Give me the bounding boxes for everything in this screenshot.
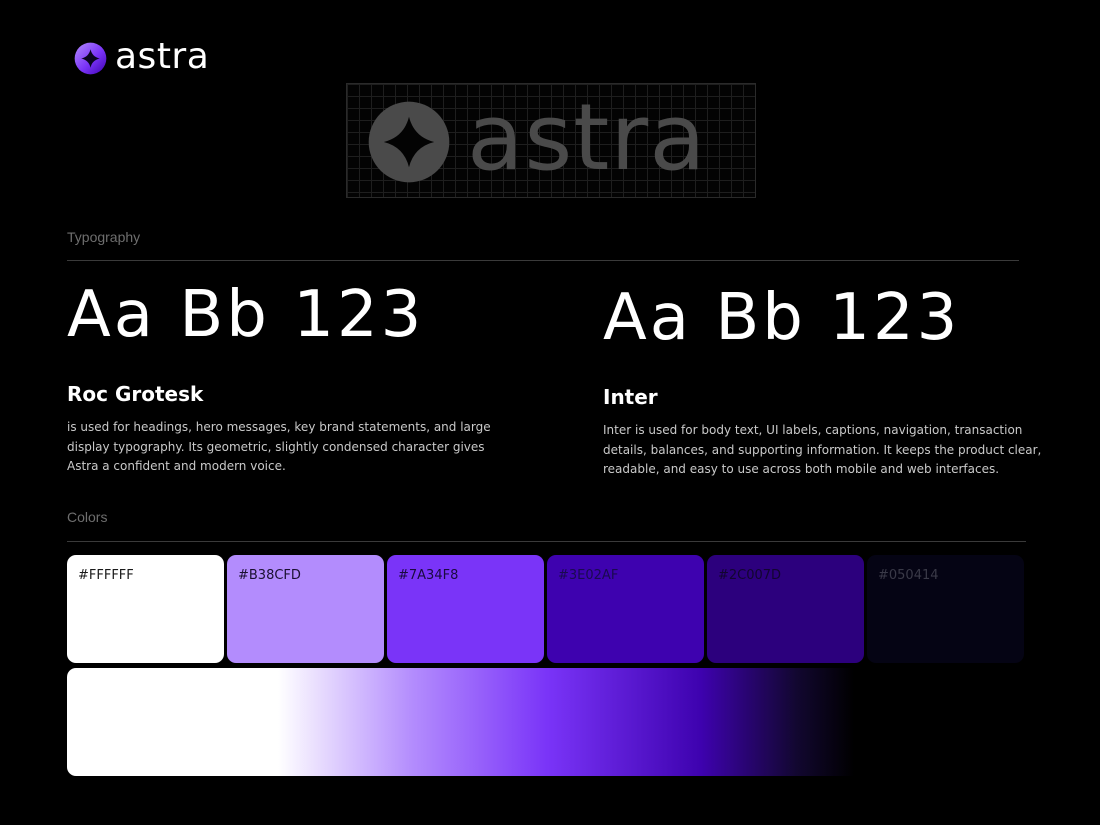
logo-construction-grid: astra xyxy=(346,83,756,198)
color-swatch-white: #FFFFFF xyxy=(67,555,224,663)
font-specimen: Aa Bb 123 xyxy=(67,278,425,352)
colors-section-label: Colors xyxy=(67,509,108,525)
typography-divider xyxy=(67,260,1019,261)
brand-logo: astra xyxy=(74,35,210,77)
color-swatch-lavender: #B38CFD xyxy=(227,555,384,663)
color-swatch-violet: #7A34F8 xyxy=(387,555,544,663)
font-specimen: Aa Bb 123 xyxy=(603,281,961,355)
color-swatch-near-black: #050414 xyxy=(867,555,1024,663)
font-description: Inter is used for body text, UI labels, … xyxy=(603,423,1042,476)
font-card-inter: Aa Bb 123 Inter Inter is used for body t… xyxy=(603,283,1043,480)
astra-mark-icon xyxy=(74,42,107,75)
color-swatch-deep-purple: #2C007D xyxy=(707,555,864,663)
logo-wordmark-large: astra xyxy=(467,84,707,191)
brand-gradient-bar xyxy=(67,668,1027,776)
typography-section-label: Typography xyxy=(67,229,141,245)
color-swatch-indigo: #3E02AF xyxy=(547,555,704,663)
logo-wordmark: astra xyxy=(115,35,210,77)
color-swatches: #FFFFFF #B38CFD #7A34F8 #3E02AF #2C007D … xyxy=(67,555,1024,663)
font-name: Roc Grotesk xyxy=(67,382,204,406)
font-card-roc-grotesk: Aa Bb 123 Roc Grotesk is used for headin… xyxy=(67,280,507,477)
astra-mark-large-icon xyxy=(368,101,450,183)
colors-divider xyxy=(67,541,1026,542)
font-description: is used for headings, hero messages, key… xyxy=(67,420,491,473)
font-name: Inter xyxy=(603,385,658,409)
